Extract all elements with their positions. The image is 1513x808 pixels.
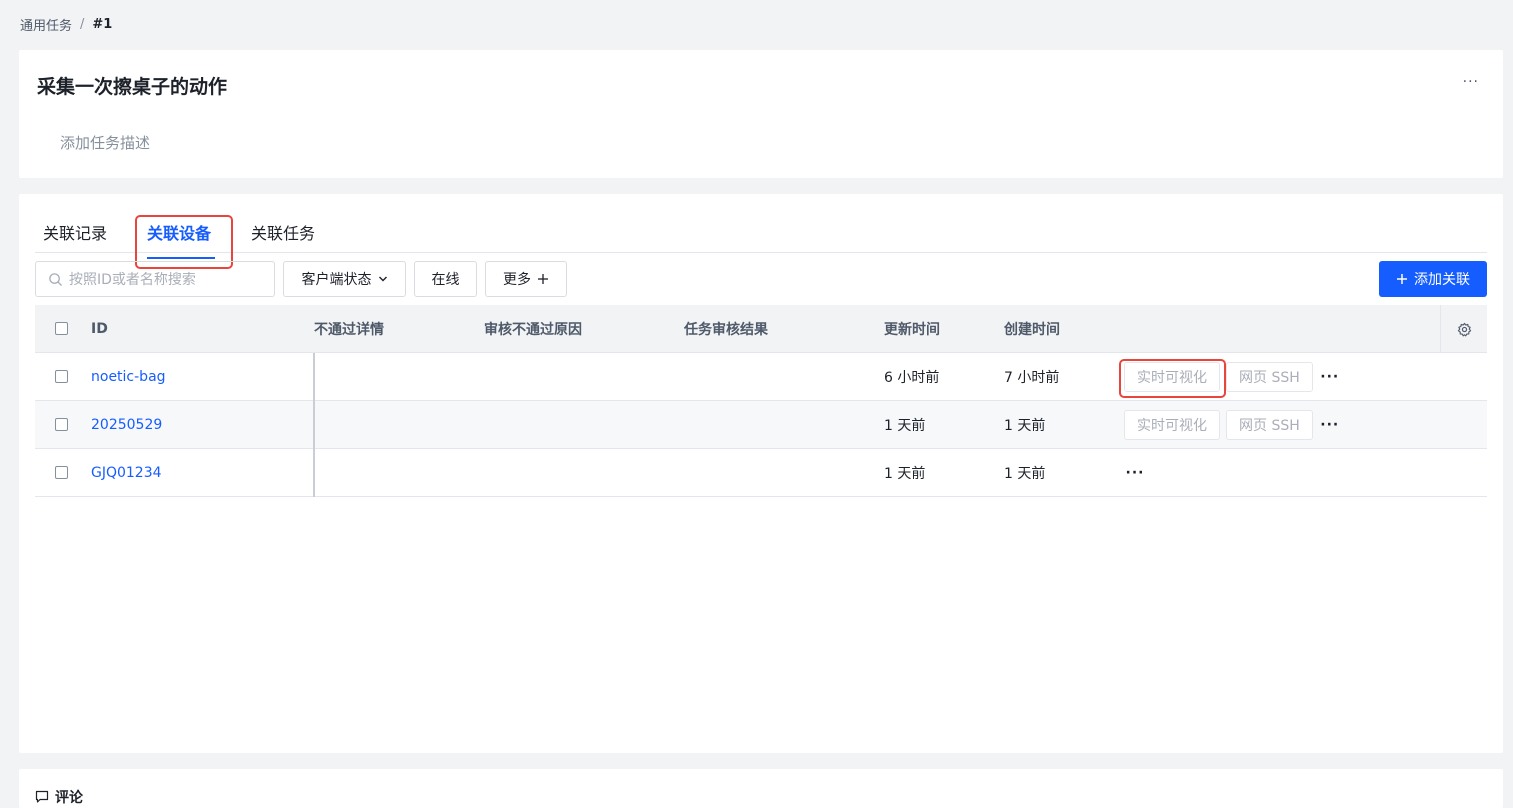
add-relation-button[interactable]: 添加关联 xyxy=(1379,261,1487,297)
search-placeholder: 按照ID或者名称搜索 xyxy=(69,272,196,288)
tab-related-devices[interactable]: 关联设备 xyxy=(147,220,211,244)
updated-time: 1 天前 xyxy=(884,466,926,482)
device-id-link[interactable]: 20250529 xyxy=(91,417,162,433)
row-checkbox[interactable] xyxy=(55,370,68,383)
toolbar: 按照ID或者名称搜索 客户端状态 在线 更多 添加关联 xyxy=(35,261,1487,297)
created-time: 7 小时前 xyxy=(1004,370,1060,386)
devices-table: ID 不通过详情 审核不通过原因 任务审核结果 更新时间 创建时间 noetic… xyxy=(35,305,1487,497)
updated-time: 1 天前 xyxy=(884,418,926,434)
tab-related-tasks[interactable]: 关联任务 xyxy=(251,220,315,244)
table-row[interactable]: 20250529 1 天前 1 天前 实时可视化 网页 SSH ··· xyxy=(35,401,1487,449)
row-checkbox[interactable] xyxy=(55,466,68,479)
row-actions: 实时可视化 网页 SSH ··· xyxy=(1124,401,1341,449)
web-ssh-button[interactable]: 网页 SSH xyxy=(1226,410,1313,440)
row-more-icon[interactable]: ··· xyxy=(1319,417,1341,433)
task-more-icon[interactable]: ··· xyxy=(1463,74,1479,90)
online-label: 在线 xyxy=(431,272,460,288)
table-row[interactable]: noetic-bag 6 小时前 7 小时前 实时可视化 网页 SSH ··· xyxy=(35,353,1487,401)
breadcrumb: 通用任务 / #1 xyxy=(20,15,112,34)
column-header-no-pass-detail: 不通过详情 xyxy=(314,322,384,338)
column-header-review-result: 任务审核结果 xyxy=(684,322,768,338)
row-actions: ··· xyxy=(1124,449,1146,497)
realtime-visualization-button[interactable]: 实时可视化 xyxy=(1124,410,1220,440)
client-status-label: 客户端状态 xyxy=(301,272,372,288)
device-id-link[interactable]: noetic-bag xyxy=(91,369,166,385)
row-checkbox[interactable] xyxy=(55,418,68,431)
plus-icon xyxy=(538,274,548,284)
table-header: ID 不通过详情 审核不通过原因 任务审核结果 更新时间 创建时间 xyxy=(35,305,1487,353)
online-filter-button[interactable]: 在线 xyxy=(414,261,477,297)
comment-icon xyxy=(35,790,49,803)
row-actions: 实时可视化 网页 SSH ··· xyxy=(1124,353,1341,401)
add-relation-label: 添加关联 xyxy=(1414,272,1470,288)
comment-header: 评论 xyxy=(35,787,83,807)
device-id-link[interactable]: GJQ01234 xyxy=(91,465,162,481)
active-tab-indicator xyxy=(147,257,215,259)
tab-bar: 关联记录 关联设备 关联任务 xyxy=(35,216,1487,259)
task-description-field[interactable]: 添加任务描述 xyxy=(60,132,150,153)
breadcrumb-separator: / xyxy=(80,17,85,32)
search-icon xyxy=(49,272,62,286)
select-all-checkbox[interactable] xyxy=(55,322,68,335)
column-settings-button[interactable] xyxy=(1440,305,1487,353)
breadcrumb-parent[interactable]: 通用任务 xyxy=(20,15,72,34)
more-label: 更多 xyxy=(503,272,531,288)
column-header-reject-reason: 审核不通过原因 xyxy=(484,322,582,338)
comment-card: 评论 xyxy=(19,769,1503,808)
column-header-updated: 更新时间 xyxy=(884,322,940,338)
web-ssh-button[interactable]: 网页 SSH xyxy=(1226,362,1313,392)
comment-label: 评论 xyxy=(55,790,83,806)
column-divider[interactable] xyxy=(313,353,315,497)
chevron-down-icon xyxy=(378,276,387,282)
breadcrumb-current: #1 xyxy=(92,17,113,32)
more-filter-button[interactable]: 更多 xyxy=(485,261,567,297)
updated-time: 6 小时前 xyxy=(884,370,940,386)
created-time: 1 天前 xyxy=(1004,418,1046,434)
table-row[interactable]: GJQ01234 1 天前 1 天前 ··· xyxy=(35,449,1487,497)
task-title[interactable]: 采集一次擦桌子的动作 xyxy=(37,72,227,99)
tab-related-records[interactable]: 关联记录 xyxy=(43,220,107,244)
gear-icon xyxy=(1457,322,1471,336)
related-panel: 关联记录 关联设备 关联任务 按照ID或者名称搜索 客户端状态 在线 更多 添加… xyxy=(19,194,1503,753)
row-more-icon[interactable]: ··· xyxy=(1319,369,1341,385)
plus-icon xyxy=(1397,274,1407,284)
task-header-card: 采集一次擦桌子的动作 ··· 添加任务描述 xyxy=(19,50,1503,178)
search-input[interactable]: 按照ID或者名称搜索 xyxy=(35,261,275,297)
realtime-visualization-button[interactable]: 实时可视化 xyxy=(1124,362,1220,392)
row-more-icon[interactable]: ··· xyxy=(1124,465,1146,481)
column-header-id: ID xyxy=(91,321,108,337)
client-status-filter-button[interactable]: 客户端状态 xyxy=(283,261,406,297)
column-header-created: 创建时间 xyxy=(1004,322,1060,338)
created-time: 1 天前 xyxy=(1004,466,1046,482)
